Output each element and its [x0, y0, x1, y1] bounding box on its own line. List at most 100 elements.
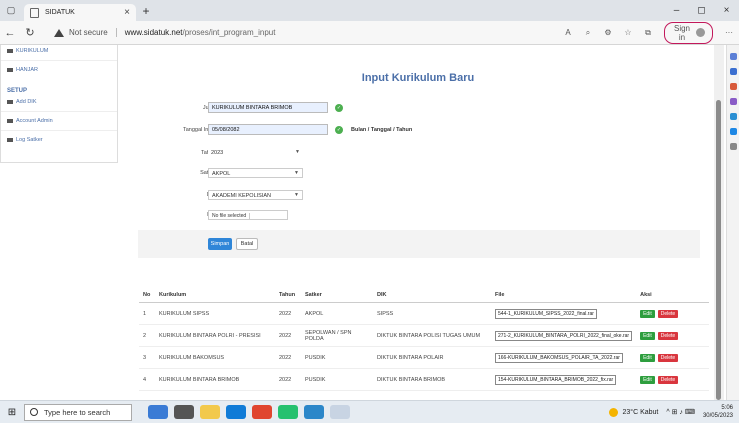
windows-start-icon[interactable]: ⊞ [0, 407, 24, 418]
page-scrollbar[interactable] [714, 45, 724, 400]
file-link[interactable]: 154-KURIKULUM_BINTARA_BRIMOB_2022_fix.ra… [495, 374, 617, 385]
security-label: Not secure [69, 28, 108, 37]
dik-value: AKADEMI KEPOLISIAN [212, 193, 271, 199]
cell-dik: DIKTUK BINTARA POLISI TUGAS UMUM [373, 324, 491, 347]
games-icon[interactable] [729, 98, 737, 105]
simpan-button[interactable]: Simpan [208, 238, 232, 250]
col-file: File [491, 288, 637, 303]
cell-no: 2 [139, 324, 155, 347]
new-tab-icon[interactable]: + [136, 4, 156, 18]
url-path: /proses/int_program_input [182, 28, 276, 37]
scrollbar-thumb[interactable] [716, 100, 721, 400]
judul-input[interactable]: KURIKULUM BINTARA BRIMOB [208, 102, 328, 113]
delete-button[interactable]: Delete [657, 331, 679, 340]
sidebar-item-account-admin[interactable]: Account Admin [1, 115, 117, 127]
sidebar-item-hanjar[interactable]: HANJAR [1, 64, 117, 76]
refresh-icon[interactable]: ↻ [20, 26, 40, 39]
cell-file: 271-2_KURIKULUM_BINTARA_POLRI_2022_final… [491, 324, 637, 347]
sidebar-item-label: HANJAR [16, 67, 39, 73]
whatsapp-icon[interactable] [278, 405, 298, 419]
close-tab-icon[interactable]: × [124, 7, 130, 18]
account-icon [7, 119, 13, 123]
shopping-icon[interactable] [729, 68, 737, 75]
sidebar-item-label: Log Satker [16, 137, 43, 143]
cell-tahun: 2022 [275, 368, 301, 391]
cell-aksi: Edit Delete [636, 368, 709, 391]
file-link[interactable]: 544-1_KURIKULUM_SIPSS_2022_final.rar [495, 308, 597, 319]
cell-file: 154-KURIKULUM_BINTARA_BRIMOB_2022_fix.ra… [491, 368, 637, 391]
edge-icon[interactable] [226, 405, 246, 419]
clock[interactable]: 5:06 30/05/2023 [703, 404, 733, 420]
warning-icon [54, 28, 64, 37]
delete-button[interactable]: Delete [657, 375, 679, 384]
tab-actions-icon[interactable]: ▢ [0, 0, 22, 21]
sidebar-item-label: Account Admin [16, 118, 53, 124]
tray-icons[interactable]: ^ ⊞ ♪ ⌨ [666, 408, 695, 416]
extensions-icon[interactable]: ⚙ [598, 28, 618, 37]
cell-tahun: 2022 [275, 346, 301, 369]
avatar [696, 28, 705, 37]
favorites-icon[interactable]: ☆ [618, 28, 638, 37]
cell-dik: SIPSS [373, 302, 491, 325]
office-icon[interactable] [729, 113, 737, 120]
cell-aksi: Edit Delete [636, 346, 709, 369]
search-icon[interactable] [729, 53, 737, 60]
cell-kurikulum: KURIKULUM BINTARA BRIMOB [155, 368, 275, 391]
back-icon[interactable]: ← [0, 27, 20, 39]
window-controls: – ◻ × [664, 5, 739, 16]
form-actions: Simpan Batal [138, 230, 700, 258]
col-kurikulum: Kurikulum [155, 288, 275, 303]
tanggal-input[interactable]: 05/08/2082 [208, 124, 328, 135]
app-icon[interactable] [148, 405, 168, 419]
browser-tab[interactable]: SIDATUK × [24, 4, 136, 21]
office-icon[interactable] [252, 405, 272, 419]
sidebar-item-log-satker[interactable]: Log Satker [1, 134, 117, 146]
calendar-icon[interactable] [304, 405, 324, 419]
close-window-icon[interactable]: × [714, 5, 739, 16]
paint-icon[interactable] [330, 405, 350, 419]
zoom-icon[interactable]: ⌕ [578, 28, 598, 38]
file-input[interactable]: No file selected [208, 210, 288, 220]
page-icon [30, 7, 39, 18]
task-view-icon[interactable] [174, 405, 194, 419]
edit-button[interactable]: Edit [640, 309, 655, 318]
outlook-icon[interactable] [729, 128, 737, 135]
tahun-select[interactable]: 2023 ▼ [208, 148, 303, 158]
taskbar-search[interactable]: Type here to search [24, 403, 132, 421]
chevron-down-icon: ▼ [295, 149, 300, 155]
collections-icon[interactable]: ⧉ [638, 28, 658, 38]
cell-aksi: Edit Delete [636, 302, 709, 325]
sidebar-item-add-dik[interactable]: Add DIK [1, 96, 117, 108]
edit-button[interactable]: Edit [640, 375, 655, 384]
divider [1, 111, 117, 112]
more-icon[interactable]: ··· [719, 28, 739, 37]
dik-select[interactable]: AKADEMI KEPOLISIAN ▼ [208, 190, 303, 200]
cell-satker: SEPOLWAN / SPN POLDA [301, 324, 373, 347]
add-icon[interactable] [729, 143, 737, 150]
delete-button[interactable]: Delete [657, 309, 679, 318]
file-link[interactable]: 271-2_KURIKULUM_BINTARA_POLRI_2022_final… [495, 330, 633, 341]
read-aloud-icon[interactable]: A [558, 28, 578, 37]
signin-button[interactable]: Sign in [664, 21, 713, 44]
edit-button[interactable]: Edit [640, 353, 655, 362]
weather-label[interactable]: 23°C Kabut [622, 409, 658, 416]
edit-button[interactable]: Edit [640, 331, 655, 340]
tahun-value: 2023 [211, 150, 224, 156]
satker-select[interactable]: AKPOL ▼ [208, 168, 303, 178]
tools-icon[interactable] [729, 83, 737, 90]
security-indicator[interactable]: Not secure [54, 28, 117, 37]
cell-kurikulum: KURIKULUM SIPSS [155, 302, 275, 325]
batal-button[interactable]: Batal [236, 238, 258, 250]
minimize-icon[interactable]: – [664, 5, 689, 16]
divider [1, 130, 117, 131]
table-row: 1 KURIKULUM SIPSS 2022 AKPOL SIPSS 544-1… [139, 302, 709, 325]
cell-aksi: Edit Delete [636, 324, 709, 347]
table-row: 3 KURIKULUM BAKOMSUS 2022 PUSDIK DIKTUK … [139, 346, 709, 369]
file-explorer-icon[interactable] [200, 405, 220, 419]
delete-button[interactable]: Delete [657, 353, 679, 362]
sidebar-item-kurikulum[interactable]: KURIKULUM [1, 45, 117, 57]
cell-dik: DIKTUK BINTARA POLAIR [373, 346, 491, 369]
url-field[interactable]: www.sidatuk.net/proses/int_program_input [125, 28, 276, 37]
restore-icon[interactable]: ◻ [689, 5, 714, 16]
file-link[interactable]: 166-KURIKULUM_BAKOMSUS_POLAIR_TA_2022.ra… [495, 352, 623, 363]
